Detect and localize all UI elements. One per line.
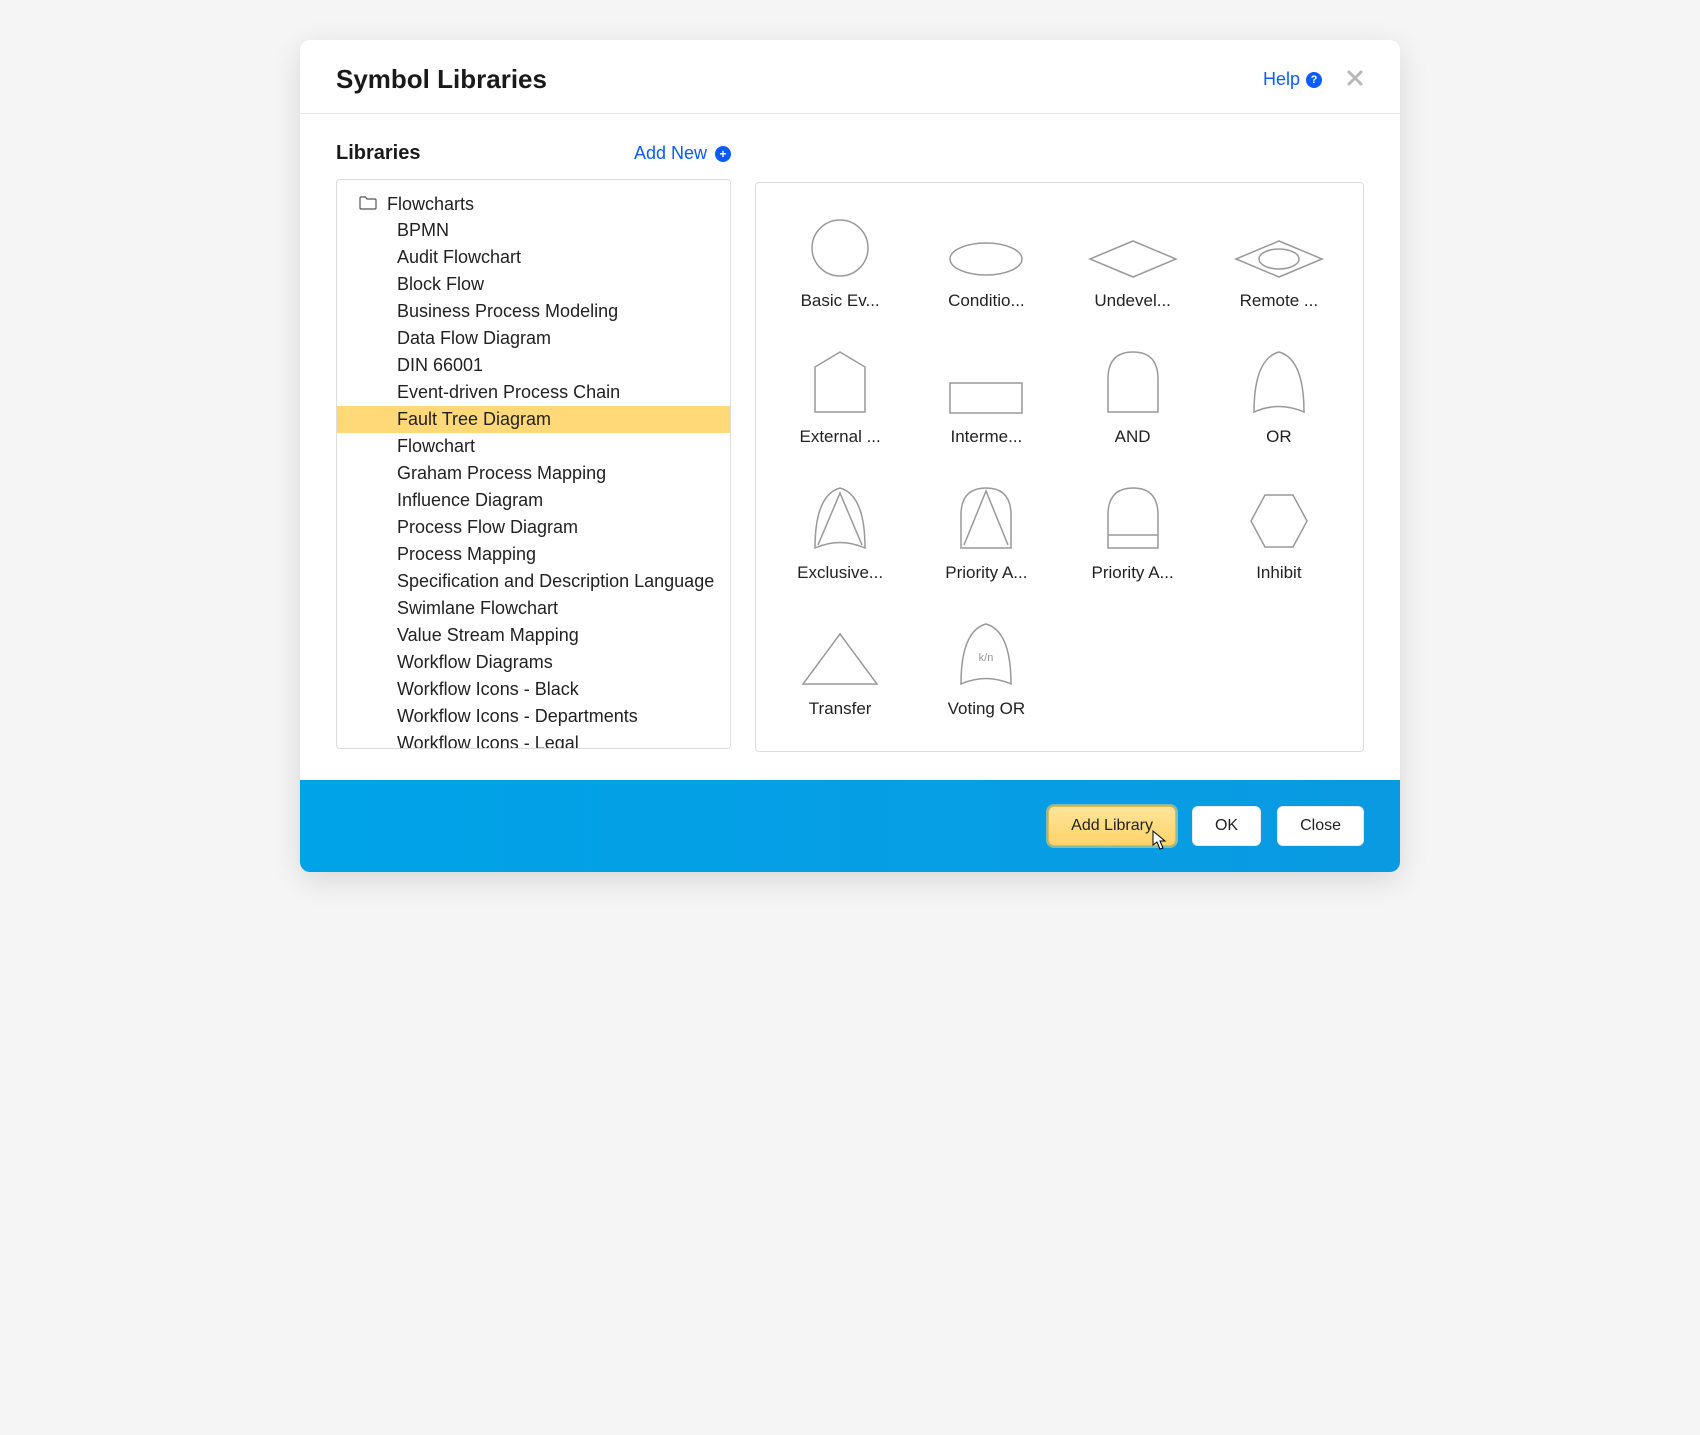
help-icon: ?	[1306, 72, 1322, 88]
dialog-footer: Add Library OK Close	[300, 780, 1400, 872]
tree-item[interactable]: Event-driven Process Chain	[337, 379, 730, 406]
tree-item[interactable]: Swimlane Flowchart	[337, 595, 730, 622]
hexagon-icon	[1249, 485, 1309, 551]
plus-icon: +	[715, 146, 731, 162]
shape-label: Remote ...	[1240, 291, 1318, 311]
shape-label: Transfer	[809, 699, 872, 719]
tree-item[interactable]: Workflow Icons - Legal	[337, 730, 730, 749]
tree-group-label: Flowcharts	[387, 194, 474, 215]
shape-label: OR	[1266, 427, 1292, 447]
help-link[interactable]: Help ?	[1263, 69, 1322, 90]
shape-cell[interactable]: Interme...	[918, 349, 1054, 447]
add-library-button[interactable]: Add Library	[1048, 806, 1176, 846]
shape-label: Priority A...	[1092, 563, 1174, 583]
tree-item[interactable]: Graham Process Mapping	[337, 460, 730, 487]
shape-cell[interactable]: Transfer	[772, 621, 908, 719]
tree-item[interactable]: Process Flow Diagram	[337, 514, 730, 541]
libraries-column: Libraries Add New + Flowcharts BPMNAudit…	[336, 142, 731, 752]
shape-label: Exclusive...	[797, 563, 883, 583]
shape-cell[interactable]: k/n Voting OR	[918, 621, 1054, 719]
shape-cell[interactable]: Undevel...	[1065, 213, 1201, 311]
shapes-column: Basic Ev... Conditio... Undevel... Remote .…	[755, 182, 1364, 752]
dialog-title: Symbol Libraries	[336, 64, 547, 95]
shape-label: AND	[1115, 427, 1151, 447]
house-icon	[812, 349, 868, 415]
libraries-head: Libraries Add New +	[336, 142, 731, 165]
tree-item[interactable]: Specification and Description Language	[337, 568, 730, 595]
voting-or-icon: k/n	[958, 621, 1014, 687]
tree-item[interactable]: Influence Diagram	[337, 487, 730, 514]
shape-cell[interactable]: Remote ...	[1211, 213, 1347, 311]
ellipse-icon	[946, 213, 1026, 279]
shape-label: External ...	[799, 427, 880, 447]
tree-item[interactable]: Workflow Diagrams	[337, 649, 730, 676]
shape-cell[interactable]: Priority A...	[918, 485, 1054, 583]
shape-cell[interactable]: AND	[1065, 349, 1201, 447]
and-gate-icon	[1105, 349, 1161, 415]
tree-item[interactable]: Workflow Icons - Black	[337, 676, 730, 703]
shape-label: Voting OR	[948, 699, 1026, 719]
tree-item[interactable]: Audit Flowchart	[337, 244, 730, 271]
shape-cell[interactable]: Basic Ev...	[772, 213, 908, 311]
ok-button[interactable]: OK	[1192, 806, 1261, 846]
add-new-button[interactable]: Add New +	[634, 143, 731, 164]
shape-cell[interactable]: Priority A...	[1065, 485, 1201, 583]
tree-item[interactable]: BPMN	[337, 217, 730, 244]
tree-item[interactable]: Flowchart	[337, 433, 730, 460]
shape-label: Undevel...	[1094, 291, 1171, 311]
shape-label: Inhibit	[1256, 563, 1301, 583]
shape-cell[interactable]: Inhibit	[1211, 485, 1347, 583]
circle-icon	[805, 213, 875, 279]
xor-gate-icon	[812, 485, 868, 551]
libraries-title: Libraries	[336, 142, 420, 165]
shape-label: Priority A...	[945, 563, 1027, 583]
diamond-circle-icon	[1234, 213, 1324, 279]
tree-item[interactable]: Block Flow	[337, 271, 730, 298]
tree-item[interactable]: Process Mapping	[337, 541, 730, 568]
tree-item[interactable]: Fault Tree Diagram	[337, 406, 730, 433]
shape-cell[interactable]: External ...	[772, 349, 908, 447]
close-icon[interactable]	[1346, 69, 1364, 91]
close-button[interactable]: Close	[1277, 806, 1364, 846]
shape-label: Basic Ev...	[801, 291, 880, 311]
tree-item[interactable]: Business Process Modeling	[337, 298, 730, 325]
pand2-gate-icon	[1105, 485, 1161, 551]
shape-label: Interme...	[950, 427, 1022, 447]
shape-cell[interactable]: OR	[1211, 349, 1347, 447]
shape-cell[interactable]: Conditio...	[918, 213, 1054, 311]
shape-cell[interactable]: Exclusive...	[772, 485, 908, 583]
help-link-label: Help	[1263, 69, 1300, 90]
svg-text:k/n: k/n	[979, 652, 994, 664]
tree-item[interactable]: Workflow Icons - Departments	[337, 703, 730, 730]
diamond-icon	[1088, 213, 1178, 279]
shapes-preview[interactable]: Basic Ev... Conditio... Undevel... Remote .…	[755, 182, 1364, 752]
tree-item[interactable]: Value Stream Mapping	[337, 622, 730, 649]
dialog-header: Symbol Libraries Help ?	[300, 40, 1400, 114]
or-gate-icon	[1251, 349, 1307, 415]
library-tree[interactable]: Flowcharts BPMNAudit FlowchartBlock Flow…	[336, 179, 731, 749]
triangle-icon	[800, 621, 880, 687]
pand-gate-icon	[958, 485, 1014, 551]
shape-label: Conditio...	[948, 291, 1025, 311]
symbol-libraries-dialog: Symbol Libraries Help ? Libraries Add Ne…	[300, 40, 1400, 872]
rect-icon	[948, 349, 1024, 415]
folder-icon	[359, 194, 377, 215]
tree-group-flowcharts[interactable]: Flowcharts	[337, 192, 730, 217]
add-new-label: Add New	[634, 143, 707, 164]
tree-item[interactable]: Data Flow Diagram	[337, 325, 730, 352]
header-right: Help ?	[1263, 69, 1364, 91]
dialog-body: Libraries Add New + Flowcharts BPMNAudit…	[300, 114, 1400, 780]
tree-item[interactable]: DIN 66001	[337, 352, 730, 379]
